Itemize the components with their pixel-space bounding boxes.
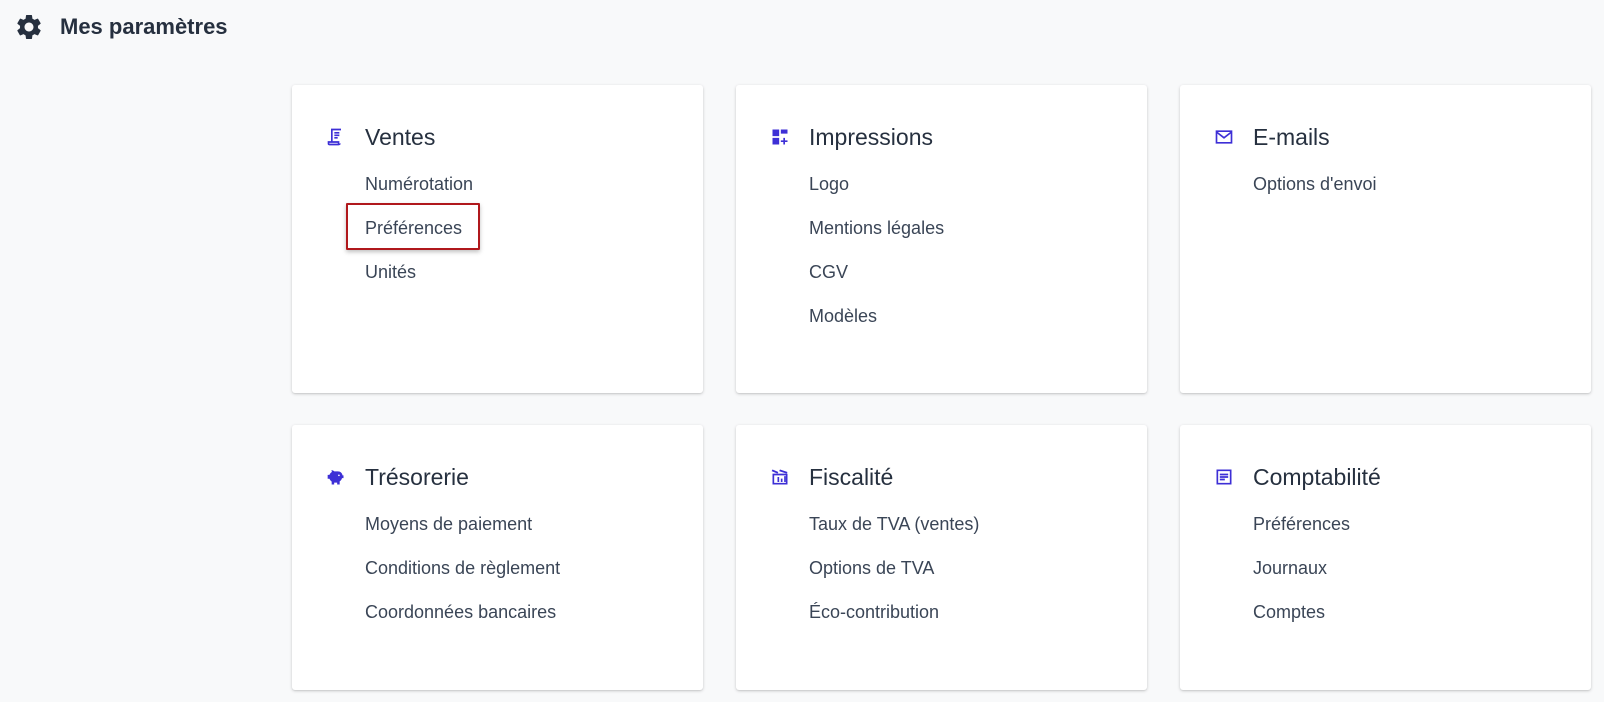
list-item: Logo xyxy=(809,171,1147,215)
gear-icon xyxy=(17,14,41,39)
list-item: Comptes xyxy=(1253,599,1591,643)
link-moyens-paiement[interactable]: Moyens de paiement xyxy=(365,511,532,534)
card-header: Trésorerie xyxy=(325,462,703,492)
card-header: Comptabilité xyxy=(1213,462,1591,492)
card-ventes: Ventes Numérotation Préférences Unités xyxy=(292,85,703,393)
link-preferences-ventes[interactable]: Préférences xyxy=(365,215,462,238)
dashboard-add-icon xyxy=(769,126,791,148)
card-title: Comptabilité xyxy=(1253,463,1381,490)
card-header: Fiscalité xyxy=(769,462,1147,492)
link-list: Options d'envoi xyxy=(1253,171,1591,215)
card-title: E-mails xyxy=(1253,123,1330,150)
link-list: Logo Mentions légales CGV Modèles xyxy=(809,171,1147,347)
link-options-tva[interactable]: Options de TVA xyxy=(809,555,934,578)
list-item: Préférences xyxy=(346,203,703,259)
link-mentions-legales[interactable]: Mentions légales xyxy=(809,215,944,238)
settings-grid: Ventes Numérotation Préférences Unités I… xyxy=(292,85,1591,690)
link-list: Taux de TVA (ventes) Options de TVA Éco-… xyxy=(809,511,1147,643)
card-fiscalite: Fiscalité Taux de TVA (ventes) Options d… xyxy=(736,425,1147,690)
list-item: Coordonnées bancaires xyxy=(365,599,703,643)
receipt-icon xyxy=(325,126,347,148)
page-header: Mes paramètres xyxy=(14,12,228,42)
list-item: Taux de TVA (ventes) xyxy=(809,511,1147,555)
card-title: Impressions xyxy=(809,123,933,150)
list-item: Modèles xyxy=(809,303,1147,347)
link-list: Numérotation Préférences Unités xyxy=(346,171,703,303)
link-conditions-reglement[interactable]: Conditions de règlement xyxy=(365,555,560,578)
link-numerotation[interactable]: Numérotation xyxy=(365,171,473,194)
list-item: CGV xyxy=(809,259,1147,303)
card-comptabilite: Comptabilité Préférences Journaux Compte… xyxy=(1180,425,1591,690)
mail-icon xyxy=(1213,126,1235,148)
tax-icon xyxy=(769,466,791,488)
link-taux-tva[interactable]: Taux de TVA (ventes) xyxy=(809,511,979,534)
list-item: Éco-contribution xyxy=(809,599,1147,643)
list-item: Mentions légales xyxy=(809,215,1147,259)
list-item: Moyens de paiement xyxy=(365,511,703,555)
list-item: Options d'envoi xyxy=(1253,171,1591,215)
list-item: Journaux xyxy=(1253,555,1591,599)
list-item: Préférences xyxy=(1253,511,1591,555)
card-title: Trésorerie xyxy=(365,463,469,490)
list-item: Options de TVA xyxy=(809,555,1147,599)
link-cgv[interactable]: CGV xyxy=(809,259,848,282)
list-item: Unités xyxy=(365,259,703,303)
link-journaux[interactable]: Journaux xyxy=(1253,555,1327,578)
link-preferences-compta[interactable]: Préférences xyxy=(1253,511,1350,534)
page-title: Mes paramètres xyxy=(60,14,228,39)
list-item: Conditions de règlement xyxy=(365,555,703,599)
link-list: Moyens de paiement Conditions de règleme… xyxy=(365,511,703,643)
link-options-envoi[interactable]: Options d'envoi xyxy=(1253,171,1377,194)
link-comptes[interactable]: Comptes xyxy=(1253,599,1325,622)
link-unites[interactable]: Unités xyxy=(365,259,416,282)
link-coordonnees-bancaires[interactable]: Coordonnées bancaires xyxy=(365,599,556,622)
card-header: E-mails xyxy=(1213,122,1591,152)
card-emails: E-mails Options d'envoi xyxy=(1180,85,1591,393)
card-title: Fiscalité xyxy=(809,463,894,490)
ledger-icon xyxy=(1213,466,1235,488)
card-impressions: Impressions Logo Mentions légales CGV Mo… xyxy=(736,85,1147,393)
list-item: Numérotation xyxy=(365,171,703,215)
link-logo[interactable]: Logo xyxy=(809,171,849,194)
card-tresorerie: Trésorerie Moyens de paiement Conditions… xyxy=(292,425,703,690)
link-list: Préférences Journaux Comptes xyxy=(1253,511,1591,643)
piggy-bank-icon xyxy=(325,466,347,488)
card-header: Impressions xyxy=(769,122,1147,152)
card-title: Ventes xyxy=(365,123,436,150)
link-modeles[interactable]: Modèles xyxy=(809,303,877,326)
card-header: Ventes xyxy=(325,122,703,152)
link-eco-contribution[interactable]: Éco-contribution xyxy=(809,599,939,622)
